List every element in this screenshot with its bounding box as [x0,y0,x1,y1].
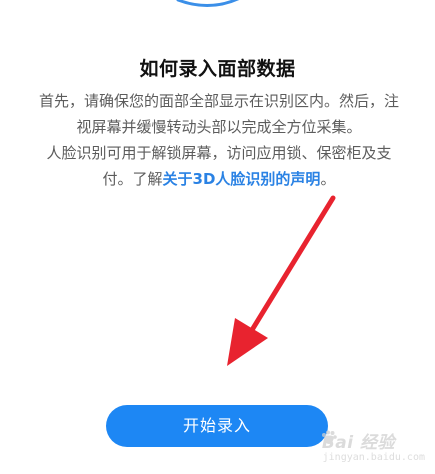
face-scan-arc-icon [176,0,240,8]
usage-paragraph: 人脸识别可用于解锁屏幕，访问应用锁、保密柜及支付。了解关于3D人脸识别的声明。 [34,140,404,192]
start-enroll-button[interactable]: 开始录入 [106,405,328,447]
baidu-paw-icon [322,430,337,444]
watermark-url: jingyan.baidu.com [322,452,425,463]
face-scan-graphic-fragment [0,0,435,10]
usage-text-end: 。 [320,170,336,188]
page-title: 如何录入面部数据 [139,58,296,80]
face-recognition-statement-link[interactable]: 关于3D人脸识别的声明 [163,170,321,188]
instruction-paragraph: 首先，请确保您的面部全部显示在识别区内。然后，注视屏幕并缓慢转动头部以完成全方位… [38,92,399,136]
